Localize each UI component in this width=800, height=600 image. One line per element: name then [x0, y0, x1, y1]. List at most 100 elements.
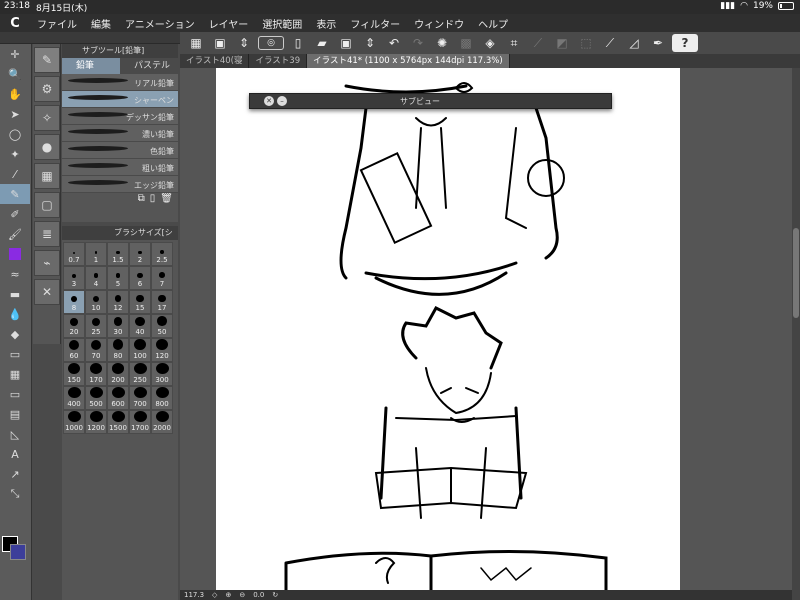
- brush-size-cell[interactable]: 800: [151, 386, 173, 410]
- brush-size-cell[interactable]: 7: [151, 266, 173, 290]
- deselect-icon[interactable]: ⟋: [528, 34, 548, 52]
- gradient-tool-icon[interactable]: ▦: [0, 364, 30, 384]
- brush-size-cell[interactable]: 700: [129, 386, 151, 410]
- correction-tool-icon[interactable]: ▭: [0, 344, 30, 364]
- fit-icon[interactable]: ◇: [212, 591, 217, 599]
- operation-tool-icon[interactable]: ➤: [0, 104, 30, 124]
- stylus-icon[interactable]: ✒: [648, 34, 668, 52]
- brush-size-cell[interactable]: 250: [129, 362, 151, 386]
- drawing-canvas[interactable]: [216, 68, 680, 590]
- zoom-in-icon[interactable]: ⊕: [225, 591, 231, 599]
- pencil-item[interactable]: 濃い鉛筆: [62, 125, 178, 142]
- brush-size-cell[interactable]: 4: [85, 266, 107, 290]
- balloon-tool-icon[interactable]: ↗: [0, 464, 30, 484]
- brush-size-cell[interactable]: 200: [107, 362, 129, 386]
- minimize-icon[interactable]: –: [277, 96, 287, 106]
- menu-edit[interactable]: 編集: [84, 16, 118, 31]
- decoration-tool-icon[interactable]: [0, 244, 30, 264]
- menu-filter[interactable]: フィルター: [343, 16, 407, 31]
- vertical-scrollbar[interactable]: [792, 68, 800, 600]
- menu-animation[interactable]: アニメーション: [118, 16, 202, 31]
- material-icon[interactable]: ✕: [34, 279, 60, 305]
- pencil-tool-icon[interactable]: ✐: [0, 204, 30, 224]
- menu-file[interactable]: ファイル: [30, 16, 84, 31]
- loading-icon[interactable]: ✺: [432, 34, 452, 52]
- redo-icon[interactable]: ↷: [408, 34, 428, 52]
- pen-tablet-icon[interactable]: ⟋: [600, 34, 620, 52]
- open-folder-icon[interactable]: ▰: [312, 34, 332, 52]
- brush-size-cell[interactable]: 10: [85, 290, 107, 314]
- lasso-tool-icon[interactable]: ◯: [0, 124, 30, 144]
- auto-select-tool-icon[interactable]: ✦: [0, 144, 30, 164]
- menu-window[interactable]: ウィンドウ: [407, 16, 471, 31]
- hand-tool-icon[interactable]: ✋: [0, 84, 30, 104]
- scrollbar-thumb[interactable]: [793, 228, 799, 318]
- color-wheel-icon[interactable]: ●: [34, 134, 60, 160]
- history-icon[interactable]: ⌁: [34, 250, 60, 276]
- airbrush-tool-icon[interactable]: ≈: [0, 264, 30, 284]
- brush-size-cell[interactable]: 30: [107, 314, 129, 338]
- brush-size-cell[interactable]: 1500: [107, 410, 129, 434]
- pencil-item[interactable]: リアル鉛筆: [62, 74, 178, 91]
- brush-size-cell[interactable]: 80: [107, 338, 129, 362]
- brush-size-cell[interactable]: 1200: [85, 410, 107, 434]
- subtool-duplicate-icon[interactable]: ⧉: [138, 193, 145, 207]
- fill-tool-icon[interactable]: ◆: [0, 324, 30, 344]
- move-tool-icon[interactable]: ✛: [0, 44, 30, 64]
- brush-size-cell[interactable]: 60: [63, 338, 85, 362]
- save-icon[interactable]: ▣: [210, 34, 230, 52]
- transform-icon[interactable]: ⌗: [504, 34, 524, 52]
- layer-property-icon[interactable]: ▦: [34, 163, 60, 189]
- menu-help[interactable]: ヘルプ: [471, 16, 515, 31]
- brush-size-cell[interactable]: 12: [107, 290, 129, 314]
- brush-size-cell[interactable]: 0.7: [63, 242, 85, 266]
- grid-menu-icon[interactable]: ▦: [186, 34, 206, 52]
- settings-group-icon[interactable]: ⚙: [34, 76, 60, 102]
- pen-tool-icon[interactable]: ✎: [0, 184, 30, 204]
- brush-size-cell[interactable]: 100: [129, 338, 151, 362]
- subview-palette[interactable]: ✕ – サブビュー: [249, 93, 612, 109]
- brush-size-cell[interactable]: 1: [85, 242, 107, 266]
- updown2-icon[interactable]: ⇕: [360, 34, 380, 52]
- help-icon[interactable]: ?: [672, 34, 698, 52]
- fill-group-icon[interactable]: ✧: [34, 105, 60, 131]
- trash-icon[interactable]: 🗑: [160, 193, 173, 207]
- line-correction-tool-icon[interactable]: ⤡: [0, 484, 30, 504]
- eyedropper-tool-icon[interactable]: ⁄: [0, 164, 30, 184]
- undo-icon[interactable]: ↶: [384, 34, 404, 52]
- pencil-item[interactable]: デッサン鉛筆: [62, 108, 178, 125]
- doc-tab-1[interactable]: イラスト40(寝: [180, 54, 250, 68]
- updown-icon[interactable]: ⇕: [234, 34, 254, 52]
- clear-icon[interactable]: ▩: [456, 34, 476, 52]
- zoom-out-icon[interactable]: ⊖: [239, 591, 245, 599]
- menu-selection[interactable]: 選択範囲: [255, 16, 309, 31]
- pencil-item[interactable]: シャーペン: [62, 91, 178, 108]
- brush-size-cell[interactable]: 6: [129, 266, 151, 290]
- doc-tab-3[interactable]: イラスト41* (1100 x 5764px 144dpi 117.3%): [307, 54, 510, 68]
- brush-size-cell[interactable]: 400: [63, 386, 85, 410]
- brush-size-cell[interactable]: 2.5: [151, 242, 173, 266]
- brush-size-cell[interactable]: 25: [85, 314, 107, 338]
- menu-layer[interactable]: レイヤー: [202, 16, 256, 31]
- brush-size-cell[interactable]: 500: [85, 386, 107, 410]
- brush-size-cell[interactable]: 1000: [63, 410, 85, 434]
- brush-size-cell[interactable]: 120: [151, 338, 173, 362]
- subtool-new-icon[interactable]: ▯: [150, 193, 156, 207]
- blend-tool-icon[interactable]: 💧: [0, 304, 30, 324]
- brush-size-cell[interactable]: 170: [85, 362, 107, 386]
- rotation-angle[interactable]: 0.0: [253, 591, 264, 599]
- zoom-tool-icon[interactable]: 🔍: [0, 64, 30, 84]
- clip-studio-icon[interactable]: ◎: [258, 36, 284, 50]
- app-logo-icon[interactable]: C: [0, 16, 30, 31]
- brush-size-cell[interactable]: 2000: [151, 410, 173, 434]
- rotate-icon[interactable]: ↻: [272, 591, 278, 599]
- tab-pencil[interactable]: 鉛筆: [62, 58, 120, 74]
- brush-size-cell[interactable]: 2: [129, 242, 151, 266]
- pencil-item[interactable]: 粗い鉛筆: [62, 159, 178, 176]
- selection-icon[interactable]: ⬚: [576, 34, 596, 52]
- brush-size-cell[interactable]: 20: [63, 314, 85, 338]
- close-icon[interactable]: ✕: [264, 96, 274, 106]
- fill-bucket-icon[interactable]: ◈: [480, 34, 500, 52]
- brush-size-cell[interactable]: 150: [63, 362, 85, 386]
- pencil-item[interactable]: エッジ鉛筆: [62, 176, 178, 193]
